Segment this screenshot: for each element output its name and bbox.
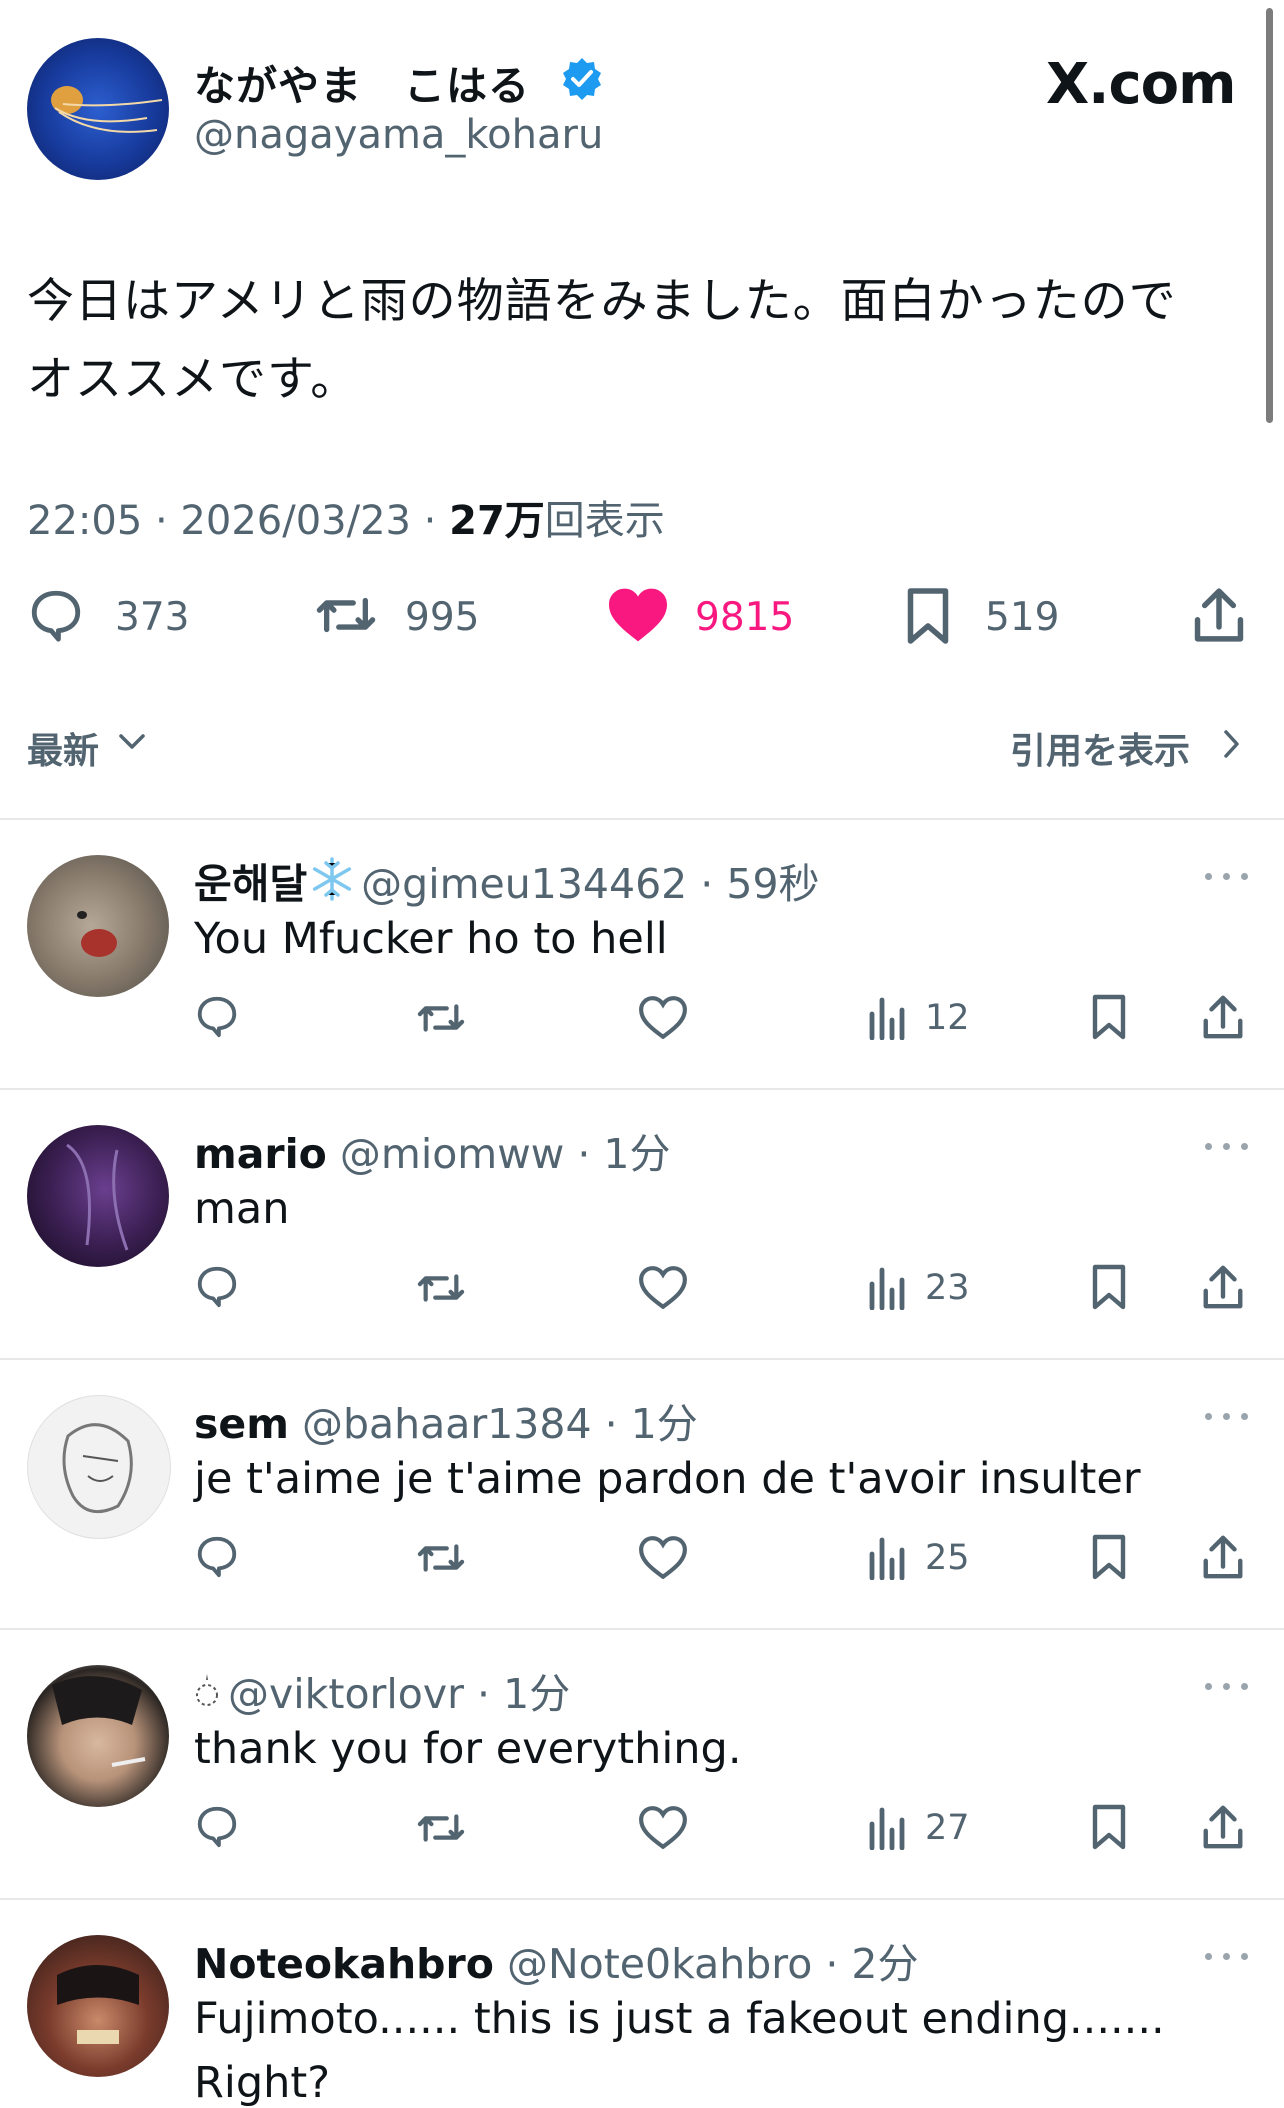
reply-icon[interactable] bbox=[194, 1263, 240, 1309]
reply-header: @viktorlovr · 1分 bbox=[194, 1660, 570, 1720]
repost-icon[interactable] bbox=[414, 1265, 468, 1311]
divider bbox=[0, 1088, 1284, 1090]
chevron-right-icon bbox=[1222, 728, 1242, 760]
reply-handle[interactable]: @bahaar1384 bbox=[302, 1400, 592, 1448]
views-count: 23 bbox=[925, 1268, 970, 1308]
bookmark-icon[interactable] bbox=[1088, 993, 1130, 1041]
more-options-icon[interactable] bbox=[1205, 870, 1251, 882]
views-count: 27 bbox=[925, 1808, 970, 1848]
reply-time[interactable]: 59秒 bbox=[726, 860, 819, 908]
reply-header: mario @miomww · 1分 bbox=[194, 1130, 671, 1178]
views-count: 25 bbox=[925, 1538, 970, 1578]
bookmark-icon[interactable] bbox=[902, 586, 954, 646]
scrollbar[interactable] bbox=[1266, 8, 1273, 423]
divider bbox=[0, 1358, 1284, 1360]
view-count: 27万 bbox=[449, 498, 545, 544]
reply-header: 운해달 @gimeu134462 · 59秒 bbox=[194, 850, 820, 912]
share-icon[interactable] bbox=[1200, 1262, 1246, 1312]
reply-text-line2: Right? bbox=[194, 2058, 331, 2108]
repost-icon[interactable] bbox=[313, 586, 379, 644]
reply-avatar[interactable] bbox=[27, 1665, 169, 1807]
verified-badge-icon bbox=[560, 56, 604, 100]
more-options-icon[interactable] bbox=[1205, 1950, 1251, 1962]
views-chart-icon[interactable] bbox=[868, 1266, 908, 1310]
bookmark-icon[interactable] bbox=[1088, 1263, 1130, 1311]
reply-display-name[interactable]: sem bbox=[194, 1400, 289, 1448]
reply-time[interactable]: 1分 bbox=[503, 1670, 570, 1718]
more-options-icon[interactable] bbox=[1205, 1140, 1251, 1152]
view-count-label: 回表示 bbox=[544, 498, 665, 544]
reply-text: Fujimoto...... this is just a fakeout en… bbox=[194, 1994, 1165, 2044]
author-display-name[interactable]: ながやま こはる bbox=[194, 52, 530, 112]
reply-icon[interactable] bbox=[194, 1803, 240, 1849]
share-icon[interactable] bbox=[1200, 992, 1246, 1042]
divider bbox=[0, 1898, 1284, 1900]
post-meta: 22:05 · 2026/03/23 · 27万回表示 bbox=[27, 488, 665, 546]
reply-avatar[interactable] bbox=[27, 1125, 169, 1267]
author-avatar[interactable] bbox=[27, 38, 169, 180]
repost-icon[interactable] bbox=[414, 1805, 468, 1851]
reply-text: You Mfucker ho to hell bbox=[194, 914, 668, 964]
reply-icon[interactable] bbox=[194, 1533, 240, 1579]
sort-dropdown[interactable]: 最新 bbox=[27, 722, 145, 774]
divider bbox=[0, 818, 1284, 820]
sort-label: 最新 bbox=[27, 731, 100, 772]
like-icon[interactable] bbox=[638, 1805, 688, 1851]
reply-handle[interactable]: @miomww bbox=[340, 1130, 564, 1178]
like-icon-filled[interactable] bbox=[606, 586, 670, 644]
reply-handle[interactable]: @viktorlovr bbox=[228, 1670, 464, 1718]
bookmark-icon[interactable] bbox=[1088, 1803, 1130, 1851]
share-icon[interactable] bbox=[1200, 1532, 1246, 1582]
more-options-icon[interactable] bbox=[1205, 1680, 1251, 1692]
repost-count: 995 bbox=[405, 595, 480, 640]
reply-text: je t'aime je t'aime pardon de t'avoir in… bbox=[194, 1454, 1141, 1504]
view-quotes-link[interactable]: 引用を表示 bbox=[1010, 722, 1190, 774]
reply-avatar[interactable] bbox=[27, 1395, 171, 1539]
reply-header: sem @bahaar1384 · 1分 bbox=[194, 1400, 698, 1448]
reply-header: Noteokahbro @Note0kahbro · 2分 bbox=[194, 1940, 919, 1988]
reply-display-name[interactable]: Noteokahbro bbox=[194, 1940, 494, 1988]
view-quotes-label: 引用を表示 bbox=[1010, 731, 1191, 772]
reply-avatar[interactable] bbox=[27, 855, 169, 997]
bookmark-icon[interactable] bbox=[1088, 1533, 1130, 1581]
reply-avatar[interactable] bbox=[27, 1935, 169, 2077]
post-timestamp[interactable]: 22:05 · 2026/03/23 · bbox=[27, 498, 449, 544]
views-chart-icon[interactable] bbox=[868, 1536, 908, 1580]
reply-count: 373 bbox=[115, 595, 190, 640]
reply-time[interactable]: 1分 bbox=[603, 1130, 670, 1178]
x-logo: X.com bbox=[1046, 52, 1236, 117]
views-chart-icon[interactable] bbox=[868, 996, 908, 1040]
repost-icon[interactable] bbox=[414, 995, 468, 1041]
share-icon[interactable] bbox=[1190, 584, 1248, 646]
like-icon[interactable] bbox=[638, 1265, 688, 1311]
reply-time[interactable]: 1分 bbox=[631, 1400, 698, 1448]
reply-text: man bbox=[194, 1184, 290, 1234]
reply-handle[interactable]: @gimeu134462 bbox=[361, 860, 687, 908]
views-chart-icon[interactable] bbox=[868, 1806, 908, 1850]
author-handle[interactable]: @nagayama_koharu bbox=[194, 112, 603, 158]
bookmark-count: 519 bbox=[985, 595, 1060, 640]
snowflake-icon bbox=[309, 856, 355, 912]
sparkle-circle-icon bbox=[194, 1670, 220, 1720]
repost-icon[interactable] bbox=[414, 1535, 468, 1581]
reply-time[interactable]: 2分 bbox=[851, 1940, 918, 1988]
like-icon[interactable] bbox=[638, 1535, 688, 1581]
post-text-line2: オススメです。 bbox=[27, 352, 359, 407]
reply-display-name[interactable]: mario bbox=[194, 1130, 327, 1178]
reply-text: thank you for everything. bbox=[194, 1724, 742, 1774]
chevron-down-icon bbox=[117, 732, 147, 752]
divider bbox=[0, 1628, 1284, 1630]
post-text-line1: 今日はアメリと雨の物語をみました。面白かったので bbox=[27, 274, 1177, 329]
like-icon[interactable] bbox=[638, 995, 688, 1041]
share-icon[interactable] bbox=[1200, 1802, 1246, 1852]
reply-icon[interactable] bbox=[27, 586, 85, 644]
reply-handle[interactable]: @Note0kahbro bbox=[507, 1940, 812, 1988]
reply-display-name[interactable]: 운해달 bbox=[194, 860, 307, 908]
reply-icon[interactable] bbox=[194, 993, 240, 1039]
views-count: 12 bbox=[925, 998, 970, 1038]
more-options-icon[interactable] bbox=[1205, 1410, 1251, 1422]
like-count: 9815 bbox=[695, 595, 795, 640]
